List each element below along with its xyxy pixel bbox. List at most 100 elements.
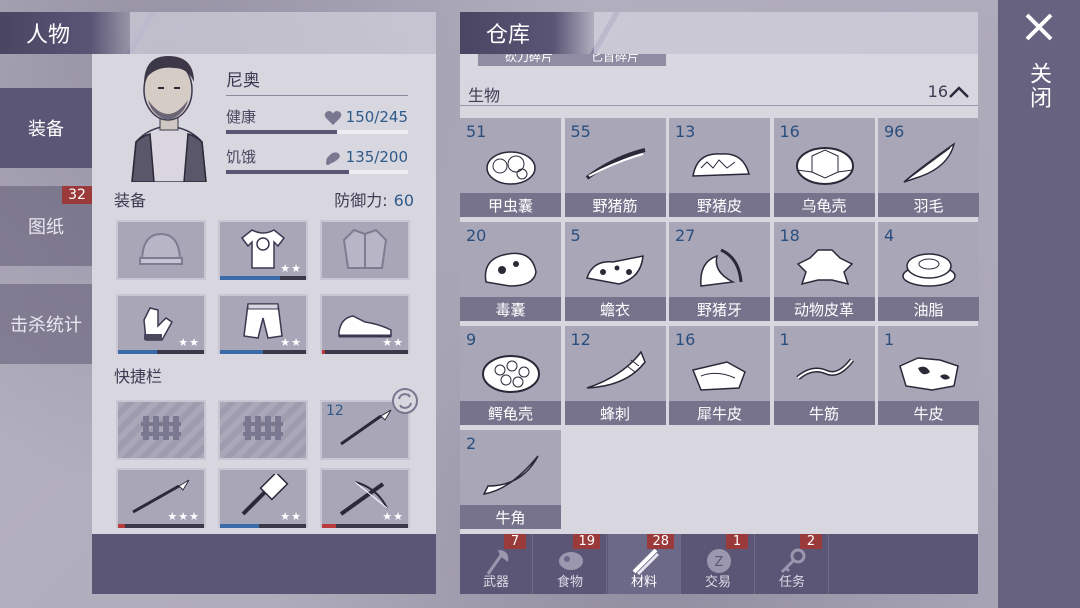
item-qty: 1: [779, 330, 790, 349]
tab-equipment[interactable]: 装备: [0, 88, 92, 168]
fence-lock-icon: [241, 414, 285, 446]
tab-weapons[interactable]: 7 武器: [460, 534, 533, 594]
quickbar-slot-spear-2[interactable]: ★★★: [116, 468, 206, 528]
health-value: 150/245: [345, 108, 408, 126]
shoes-durability-bar: [322, 350, 408, 354]
category-header[interactable]: 生物 16: [460, 78, 978, 106]
item-name: 蜂刺: [564, 401, 666, 425]
item-cell[interactable]: 96 羽毛: [878, 118, 979, 217]
tab-blueprints[interactable]: 图纸 32: [0, 186, 92, 266]
close-label: 关闭: [1026, 62, 1051, 110]
item-qty: 9: [466, 330, 477, 349]
character-name: 尼奥: [226, 66, 408, 96]
item-name: 牛皮: [878, 401, 979, 425]
quickbar-label: 快捷栏: [114, 367, 163, 386]
boar-tusk-icon: [687, 242, 753, 294]
food-label: 食物: [556, 575, 583, 590]
croc-turtle-shell-icon: [478, 346, 544, 398]
defense-label: 防御力:: [334, 191, 388, 210]
category-name: 生物: [468, 86, 501, 105]
warehouse-header-title: 仓库: [486, 23, 531, 48]
scrolled-items-row: 砍刀碎片 匕首碎片: [478, 54, 678, 68]
equipment-section-row: 装备 防御力: 60: [114, 186, 414, 212]
equip-slot-shirt[interactable]: ★★: [218, 220, 308, 280]
tab-blueprints-label: 图纸: [28, 217, 64, 238]
item-name: 动物皮革: [773, 297, 875, 321]
blueprints-count-badge: 32: [62, 186, 92, 204]
tab-quests[interactable]: 2 任务: [756, 534, 829, 594]
item-cell[interactable]: 20 毒囊: [460, 222, 561, 321]
shirt-rating-stars: ★★: [280, 262, 302, 275]
ox-horn-icon: [478, 450, 544, 502]
item-cell[interactable]: 27 野猪牙: [669, 222, 770, 321]
swap-icon[interactable]: [392, 388, 418, 418]
quests-badge: 2: [800, 534, 822, 549]
warehouse-header-bar: [594, 12, 978, 54]
hunger-bar-fill: [226, 170, 349, 174]
character-header-title: 人物: [26, 23, 71, 48]
item-name: 野猪筋: [564, 193, 666, 217]
equip-slot-shoes[interactable]: ★★: [320, 294, 410, 354]
tab-food[interactable]: 19 食物: [534, 534, 607, 594]
shoes-rating-stars: ★★: [382, 336, 404, 349]
item-qty: 1: [884, 330, 895, 349]
category-count: 16: [927, 82, 948, 101]
health-bar: [226, 130, 408, 134]
quickbar-spear-qty: 12: [326, 403, 344, 419]
tab-kill-stats-label: 击杀统计: [10, 315, 82, 336]
item-cell[interactable]: 4 油脂: [878, 222, 979, 321]
item-name: 野猪皮: [669, 193, 770, 217]
item-cell[interactable]: 12 蜂刺: [564, 326, 666, 425]
bee-stinger-icon: [583, 346, 649, 398]
item-cell[interactable]: 1 牛皮: [878, 326, 979, 425]
rhino-hide-icon: [687, 346, 753, 398]
item-cell[interactable]: 2 牛角: [460, 430, 561, 529]
item-name: 蟾衣: [564, 297, 666, 321]
spear-rating-stars: ★★★: [167, 510, 200, 523]
hunger-label: 饥饿: [226, 148, 257, 166]
item-cell[interactable]: 16 犀牛皮: [669, 326, 770, 425]
fat-icon: [896, 242, 962, 294]
coat-icon: [340, 226, 390, 274]
character-portrait: [118, 42, 218, 183]
hunger-bar: [226, 170, 408, 174]
hammer-rating-stars: ★★: [280, 510, 302, 523]
cut-item-dagger-shard[interactable]: 匕首碎片: [564, 54, 666, 66]
quickbar-slot-locked-2[interactable]: [218, 400, 308, 460]
crossbow-rating-stars: ★★: [382, 510, 404, 523]
item-cell[interactable]: 13 野猪皮: [669, 118, 770, 217]
quickbar-slot-spear[interactable]: 12: [320, 388, 418, 460]
spear-durability-bar: [118, 524, 204, 528]
item-qty: 5: [570, 226, 581, 245]
item-cell[interactable]: 51 甲虫囊: [460, 118, 561, 217]
tab-trade[interactable]: Z 1 交易: [682, 534, 755, 594]
food-badge: 19: [573, 534, 600, 549]
item-cell[interactable]: 9 鳄龟壳: [460, 326, 561, 425]
item-name: 鳄龟壳: [460, 401, 561, 425]
health-stat: 健康 150/245: [226, 106, 408, 142]
tab-materials[interactable]: 28 材料: [608, 534, 681, 594]
item-cell[interactable]: 18 动物皮革: [773, 222, 875, 321]
meat-icon: [324, 150, 342, 170]
boar-sinew-icon: [583, 138, 649, 190]
item-cell[interactable]: 5 蟾衣: [564, 222, 666, 321]
item-cell[interactable]: 1 牛筋: [773, 326, 875, 425]
item-qty: 4: [884, 226, 895, 245]
equip-slot-pants[interactable]: ★★: [218, 294, 308, 354]
tab-kill-stats[interactable]: 击杀统计: [0, 284, 92, 364]
hunger-stat: 饥饿 135/200: [226, 146, 408, 182]
quickbar-slot-locked-1[interactable]: [116, 400, 206, 460]
equip-slot-gloves[interactable]: ★★: [116, 294, 206, 354]
item-cell[interactable]: 55 野猪筋: [564, 118, 666, 217]
equip-slot-coat[interactable]: [320, 220, 410, 280]
beanie-icon: [136, 228, 186, 272]
equip-slot-head[interactable]: [116, 220, 206, 280]
fence-lock-icon: [139, 414, 183, 446]
item-cell[interactable]: 16 乌龟壳: [773, 118, 875, 217]
close-panel[interactable]: 关闭: [998, 0, 1080, 608]
bottom-category-bar: 7 武器 19 食物 28 材料 Z 1 交易 2 任务: [460, 534, 978, 594]
item-name: 牛筋: [773, 401, 875, 425]
close-icon[interactable]: [1024, 12, 1054, 46]
quickbar-slot-hammer[interactable]: ★★: [218, 468, 308, 528]
quickbar-slot-crossbow[interactable]: ★★: [320, 468, 410, 528]
